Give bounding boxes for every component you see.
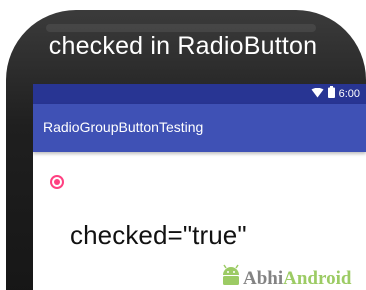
radio-button-checked[interactable] [50,175,64,189]
screenshot: checked in RadioButton 6:00 RadioGroupBu… [0,0,366,290]
status-icons: 6:00 [311,85,360,103]
battery-icon [327,85,335,103]
watermark-text-android: Android [283,268,352,289]
caption-title: checked in RadioButton [48,32,318,60]
app-bar: RadioGroupButtonTesting [33,104,366,152]
wifi-icon [311,85,324,103]
status-time: 6:00 [338,88,360,100]
app-title: RadioGroupButtonTesting [43,119,204,135]
checked-attribute-text: checked="true" [70,220,247,250]
watermark-logo: Abhi Android [219,262,351,290]
radio-dot [54,179,60,185]
phone-highlight [46,24,316,32]
status-bar: 6:00 [33,84,366,104]
android-icon [219,261,243,290]
watermark-text-abhi: Abhi [243,268,284,289]
phone-screen: 6:00 RadioGroupButtonTesting checked="tr… [33,84,366,290]
